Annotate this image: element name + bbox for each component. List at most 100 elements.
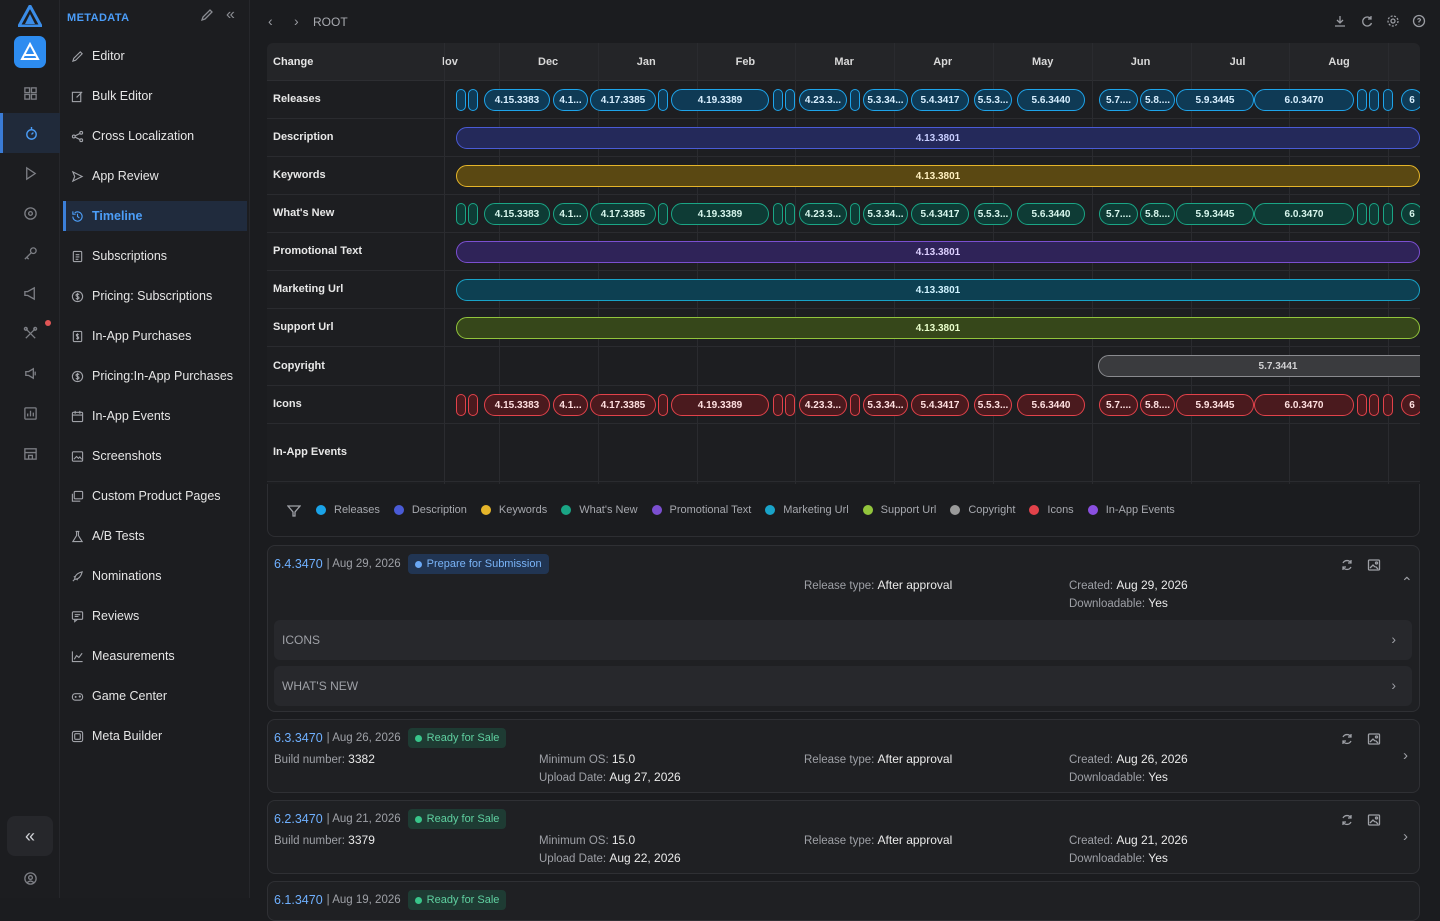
version-card-6-3[interactable]: 6.3.3470 | Aug 26, 2026 Ready for Sale B… bbox=[267, 719, 1420, 793]
timeline-pill[interactable]: 5.8.... bbox=[1140, 394, 1175, 416]
version-number[interactable]: 6.4.3470 bbox=[274, 557, 323, 571]
metadata-icon[interactable] bbox=[0, 113, 60, 153]
refresh-icon[interactable] bbox=[1360, 14, 1374, 31]
legend-item-keywords[interactable]: Keywords bbox=[480, 504, 547, 516]
timeline-pill[interactable] bbox=[456, 89, 466, 111]
timeline-pill[interactable]: 5.6.3440 bbox=[1017, 89, 1085, 111]
play-icon[interactable] bbox=[0, 153, 60, 193]
sidebar-item-app-review[interactable]: App Review bbox=[63, 161, 247, 191]
timeline-pill[interactable] bbox=[658, 394, 668, 416]
image-search-icon[interactable] bbox=[1367, 732, 1381, 749]
timeline-pill[interactable]: 5.7.... bbox=[1099, 203, 1138, 225]
timeline-pill[interactable] bbox=[850, 89, 860, 111]
help-icon[interactable] bbox=[1412, 14, 1426, 31]
timeline-pill[interactable]: 5.8.... bbox=[1140, 89, 1175, 111]
download-icon[interactable] bbox=[1333, 14, 1347, 31]
breadcrumb[interactable]: ROOT bbox=[313, 15, 348, 29]
timeline-pill[interactable] bbox=[785, 394, 795, 416]
timeline-pill[interactable]: 5.5.3... bbox=[974, 394, 1012, 416]
sidebar-item-a-b-tests[interactable]: A/B Tests bbox=[63, 521, 247, 551]
description-span[interactable]: 4.13.3801 bbox=[456, 127, 1420, 149]
image-search-icon[interactable] bbox=[1367, 558, 1381, 575]
timeline-pill[interactable]: 4.1... bbox=[553, 394, 588, 416]
version-card-6-4[interactable]: 6.4.3470 | Aug 29, 2026 Prepare for Subm… bbox=[267, 545, 1420, 712]
filter-icon[interactable] bbox=[286, 504, 302, 521]
sidebar-item-nominations[interactable]: Nominations bbox=[63, 561, 247, 591]
back-icon[interactable]: ‹ bbox=[268, 13, 273, 29]
timeline-pill[interactable]: 6.0.3470 bbox=[1254, 394, 1354, 416]
timeline-pill[interactable]: 5.7.... bbox=[1099, 394, 1138, 416]
copyright-span[interactable]: 5.7.3441 bbox=[1098, 355, 1420, 377]
legend-item-marketing-url[interactable]: Marketing Url bbox=[765, 504, 849, 516]
timeline-pill[interactable]: 4.1... bbox=[553, 89, 588, 111]
timeline-pill[interactable] bbox=[658, 203, 668, 225]
timeline-pill[interactable] bbox=[1357, 89, 1367, 111]
timeline-pill[interactable] bbox=[1383, 394, 1393, 416]
dashboard-icon[interactable] bbox=[0, 73, 60, 113]
legend-item-description[interactable]: Description bbox=[393, 504, 467, 516]
timeline-pill[interactable] bbox=[1369, 394, 1379, 416]
timeline-pill[interactable]: 5.8.... bbox=[1140, 203, 1175, 225]
sidebar-item-editor[interactable]: Editor bbox=[63, 41, 247, 71]
sync-icon[interactable] bbox=[1340, 732, 1354, 749]
store-icon[interactable] bbox=[0, 433, 60, 473]
sidebar-item-measurements[interactable]: Measurements bbox=[63, 641, 247, 671]
tools-icon[interactable] bbox=[0, 313, 60, 353]
sidebar-item-game-center[interactable]: Game Center bbox=[63, 681, 247, 711]
timeline-pill[interactable] bbox=[1383, 203, 1393, 225]
sidebar-item-cross-localization[interactable]: Cross Localization bbox=[63, 121, 247, 151]
timeline-pill[interactable]: 4.17.3385 bbox=[590, 394, 656, 416]
sidebar-item-pricing-in-app-purchases[interactable]: Pricing:In-App Purchases bbox=[63, 361, 247, 391]
legend-item-in-app-events[interactable]: In-App Events bbox=[1087, 504, 1175, 516]
timeline-pill[interactable]: 4.17.3385 bbox=[590, 203, 656, 225]
timeline-pill[interactable] bbox=[1357, 394, 1367, 416]
chevron-right-icon[interactable]: › bbox=[1403, 747, 1408, 764]
analytics-icon[interactable] bbox=[0, 393, 60, 433]
timeline-pill[interactable] bbox=[468, 394, 478, 416]
eye-icon[interactable] bbox=[0, 193, 60, 233]
section-whats-new[interactable]: WHAT'S NEW › bbox=[274, 666, 1412, 706]
timeline-pill[interactable]: 4.15.3383 bbox=[484, 394, 550, 416]
timeline-pill[interactable] bbox=[1357, 203, 1367, 225]
forward-icon[interactable]: › bbox=[294, 13, 299, 29]
chevron-up-icon[interactable]: ⌃ bbox=[1401, 574, 1413, 591]
timeline-pill[interactable]: 5.9.3445 bbox=[1176, 203, 1254, 225]
timeline-pill[interactable]: 4.15.3383 bbox=[484, 89, 550, 111]
version-number[interactable]: 6.3.3470 bbox=[274, 731, 323, 745]
timeline-pill[interactable]: 5.5.3... bbox=[974, 203, 1012, 225]
legend-item-icons[interactable]: Icons bbox=[1029, 504, 1074, 516]
version-card-6-2[interactable]: 6.2.3470 | Aug 21, 2026 Ready for Sale B… bbox=[267, 800, 1420, 874]
sidebar-item-bulk-editor[interactable]: Bulk Editor bbox=[63, 81, 247, 111]
legend-item-copyright[interactable]: Copyright bbox=[950, 504, 1015, 516]
timeline-pill[interactable]: 4.23.3... bbox=[799, 394, 847, 416]
timeline-pill[interactable] bbox=[468, 89, 478, 111]
keywords-span[interactable]: 4.13.3801 bbox=[456, 165, 1420, 187]
legend-item-releases[interactable]: Releases bbox=[316, 504, 380, 516]
app-store-icon[interactable] bbox=[14, 36, 46, 68]
timeline-pill[interactable] bbox=[1369, 203, 1379, 225]
legend-item-what-s-new[interactable]: What's New bbox=[561, 504, 638, 516]
timeline-pill[interactable]: 4.15.3383 bbox=[484, 203, 550, 225]
timeline-pill[interactable]: 4.19.3389 bbox=[671, 89, 769, 111]
legend-item-promotional-text[interactable]: Promotional Text bbox=[651, 504, 751, 516]
timeline-pill[interactable]: 5.5.3... bbox=[974, 89, 1012, 111]
timeline-pill[interactable]: 5.9.3445 bbox=[1176, 394, 1254, 416]
timeline-pill[interactable]: 6.0.3470 bbox=[1254, 203, 1354, 225]
sidebar-item-pricing-subscriptions[interactable]: Pricing: Subscriptions bbox=[63, 281, 247, 311]
timeline-pill[interactable]: 4.19.3389 bbox=[671, 203, 769, 225]
timeline-pill[interactable]: 5.4.3417 bbox=[911, 89, 969, 111]
megaphone-icon[interactable] bbox=[0, 273, 60, 313]
timeline-pill[interactable]: 6 bbox=[1401, 394, 1420, 416]
timeline-pill[interactable]: 4.23.3... bbox=[799, 89, 847, 111]
timeline-pill[interactable] bbox=[785, 203, 795, 225]
timeline-pill[interactable]: 5.9.3445 bbox=[1176, 89, 1254, 111]
collapse-sidebar-icon[interactable]: « bbox=[226, 7, 235, 25]
edit-icon[interactable] bbox=[200, 8, 214, 25]
timeline-pill[interactable]: 5.3.34... bbox=[863, 203, 908, 225]
timeline-pill[interactable] bbox=[468, 203, 478, 225]
sidebar-item-timeline[interactable]: Timeline bbox=[63, 201, 247, 231]
account-icon[interactable] bbox=[0, 858, 60, 898]
timeline-pill[interactable]: 4.19.3389 bbox=[671, 394, 769, 416]
timeline-pill[interactable]: 5.3.34... bbox=[863, 394, 908, 416]
timeline-pill[interactable] bbox=[773, 89, 783, 111]
